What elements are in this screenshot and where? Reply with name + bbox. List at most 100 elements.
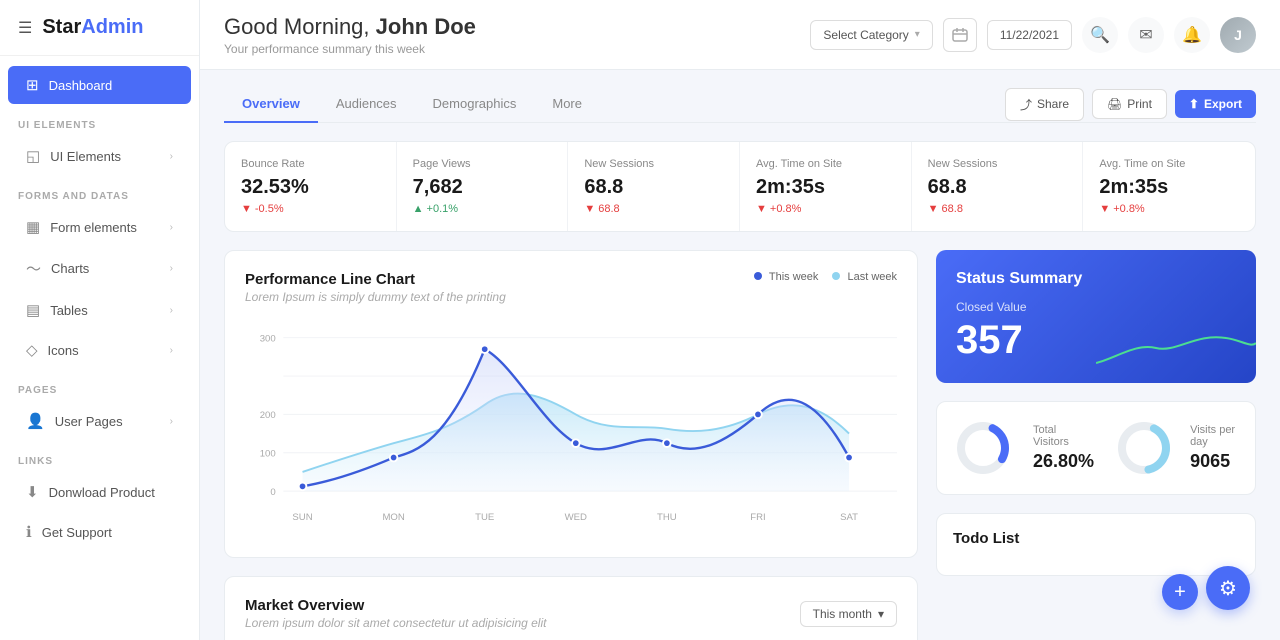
form-icon: ▦ xyxy=(26,218,40,236)
chevron-down-icon: ▾ xyxy=(878,607,884,621)
status-summary-card: Status Summary Closed Value 357 xyxy=(936,250,1256,383)
market-title: Market Overview xyxy=(245,597,546,614)
sidebar-item-label: Form elements xyxy=(50,220,137,235)
greeting-section: Good Morning, John Doe Your performance … xyxy=(224,14,794,56)
chart-legend: This week Last week xyxy=(754,271,897,283)
sidebar-item-form-elements[interactable]: ▦ Form elements › xyxy=(8,208,191,246)
sidebar-item-label: UI Elements xyxy=(50,149,121,164)
print-label: Print xyxy=(1127,97,1152,111)
stat-bounce-rate: Bounce Rate 32.53% ▼ -0.5% xyxy=(225,142,397,231)
stat-page-views: Page Views 7,682 ▲ +0.1% xyxy=(397,142,569,231)
svg-text:SAT: SAT xyxy=(840,512,858,523)
legend-label-last-week: Last week xyxy=(847,271,897,283)
username: John Doe xyxy=(376,14,476,39)
tab-overview[interactable]: Overview xyxy=(224,86,318,123)
svg-text:TUE: TUE xyxy=(475,512,494,523)
tab-demographics[interactable]: Demographics xyxy=(415,86,535,123)
download-icon: ⬇ xyxy=(26,483,39,501)
topbar: Good Morning, John Doe Your performance … xyxy=(200,0,1280,70)
status-summary-title: Status Summary xyxy=(956,270,1236,288)
svg-text:300: 300 xyxy=(260,334,276,345)
stat-label: Avg. Time on Site xyxy=(756,158,895,170)
calendar-icon[interactable] xyxy=(943,18,977,52)
section-pages: PAGES xyxy=(0,371,199,400)
settings-fab[interactable]: ⚙ xyxy=(1206,566,1250,610)
donut-svg-visits xyxy=(1114,418,1174,478)
chart-header: Performance Line Chart Lorem Ipsum is si… xyxy=(245,271,897,304)
left-col: Performance Line Chart Lorem Ipsum is si… xyxy=(224,250,918,640)
total-visitors-value: 26.80% xyxy=(1033,451,1094,472)
market-title-group: Market Overview Lorem ipsum dolor sit am… xyxy=(245,597,546,630)
section-ui-elements: UI ELEMENTS xyxy=(0,106,199,135)
month-selector[interactable]: This month ▾ xyxy=(800,601,897,627)
sidebar-item-user-pages[interactable]: 👤 User Pages › xyxy=(8,402,191,440)
hamburger-icon[interactable]: ☰ xyxy=(18,18,32,38)
stat-avg-time-2: Avg. Time on Site 2m:35s ▼ +0.8% xyxy=(1083,142,1255,231)
sidebar-item-label: Donwload Product xyxy=(49,485,155,500)
brand-prefix: Star xyxy=(42,16,81,38)
stat-change: ▼ +0.8% xyxy=(1099,203,1239,215)
total-visitors-donut xyxy=(953,418,1013,478)
export-label: Export xyxy=(1204,97,1242,111)
sidebar-item-download[interactable]: ⬇ Donwload Product xyxy=(8,473,191,511)
tab-more[interactable]: More xyxy=(534,86,600,123)
chevron-right-icon: › xyxy=(170,305,173,316)
stat-label: New Sessions xyxy=(584,158,723,170)
chevron-right-icon: › xyxy=(170,263,173,274)
avatar[interactable]: J xyxy=(1220,17,1256,53)
sidebar-item-label: Icons xyxy=(48,343,79,358)
visits-per-day-section: Visits per day 9065 xyxy=(1114,418,1239,478)
share-button[interactable]: ⤴ Share xyxy=(1005,88,1084,121)
greeting-text: Good Morning, John Doe xyxy=(224,14,794,40)
sidebar-header: ☰ StarAdmin xyxy=(0,0,199,56)
category-select[interactable]: Select Category ▾ xyxy=(810,20,932,50)
brand-logo: StarAdmin xyxy=(42,16,143,39)
stat-label: New Sessions xyxy=(928,158,1067,170)
svg-text:THU: THU xyxy=(657,512,677,523)
stats-row: Bounce Rate 32.53% ▼ -0.5% Page Views 7,… xyxy=(224,141,1256,232)
svg-text:FRI: FRI xyxy=(750,512,765,523)
donut-svg-visitors xyxy=(953,418,1013,478)
sidebar-item-ui-elements[interactable]: ◱ UI Elements › xyxy=(8,137,191,175)
add-fab[interactable]: + xyxy=(1162,574,1198,610)
stat-value: 7,682 xyxy=(413,176,552,199)
stat-change: ▼ +0.8% xyxy=(756,203,895,215)
chevron-right-icon: › xyxy=(170,151,173,162)
dashboard-icon: ⊞ xyxy=(26,76,39,94)
arrow-down-icon: ▼ xyxy=(584,203,595,215)
sidebar-item-label: Get Support xyxy=(42,525,112,540)
sidebar-item-label: Dashboard xyxy=(49,78,113,93)
status-mini-chart-svg xyxy=(1096,313,1256,383)
chart-title-group: Performance Line Chart Lorem Ipsum is si… xyxy=(245,271,506,304)
print-icon: 🖨 xyxy=(1107,97,1122,111)
charts-icon: 〜 xyxy=(26,258,41,279)
print-button[interactable]: 🖨 Print xyxy=(1092,89,1167,119)
greeting-prefix: Good Morning, xyxy=(224,14,370,39)
date-picker[interactable]: 11/22/2021 xyxy=(987,20,1072,50)
chevron-right-icon: › xyxy=(170,416,173,427)
messages-button[interactable]: ✉ xyxy=(1128,17,1164,53)
sidebar-item-dashboard[interactable]: ⊞ Dashboard xyxy=(8,66,191,104)
market-overview-panel: Market Overview Lorem ipsum dolor sit am… xyxy=(224,576,918,640)
month-label: This month xyxy=(813,607,872,621)
sidebar-item-tables[interactable]: ▤ Tables › xyxy=(8,291,191,329)
todo-title: Todo List xyxy=(953,530,1239,547)
ui-elements-icon: ◱ xyxy=(26,147,40,165)
sidebar-item-support[interactable]: ℹ Get Support xyxy=(8,513,191,551)
arrow-down-icon: ▼ xyxy=(1099,203,1110,215)
tab-audiences[interactable]: Audiences xyxy=(318,86,415,123)
sidebar-item-icons[interactable]: ◇ Icons › xyxy=(8,331,191,369)
stat-avg-time-1: Avg. Time on Site 2m:35s ▼ +0.8% xyxy=(740,142,912,231)
legend-this-week: This week xyxy=(754,271,818,283)
chart-title: Performance Line Chart xyxy=(245,271,506,288)
search-button[interactable]: 🔍 xyxy=(1082,17,1118,53)
svg-text:SUN: SUN xyxy=(292,512,312,523)
svg-text:100: 100 xyxy=(260,449,276,460)
sidebar-item-charts[interactable]: 〜 Charts › xyxy=(8,248,191,289)
visitors-card: Total Visitors 26.80% Visit xyxy=(936,401,1256,495)
icons-icon: ◇ xyxy=(26,341,38,359)
arrow-down-icon: ▼ xyxy=(928,203,939,215)
export-button[interactable]: ⬆ Export xyxy=(1175,90,1256,118)
share-icon: ⤴ xyxy=(1020,96,1032,113)
notifications-button[interactable]: 🔔 xyxy=(1174,17,1210,53)
